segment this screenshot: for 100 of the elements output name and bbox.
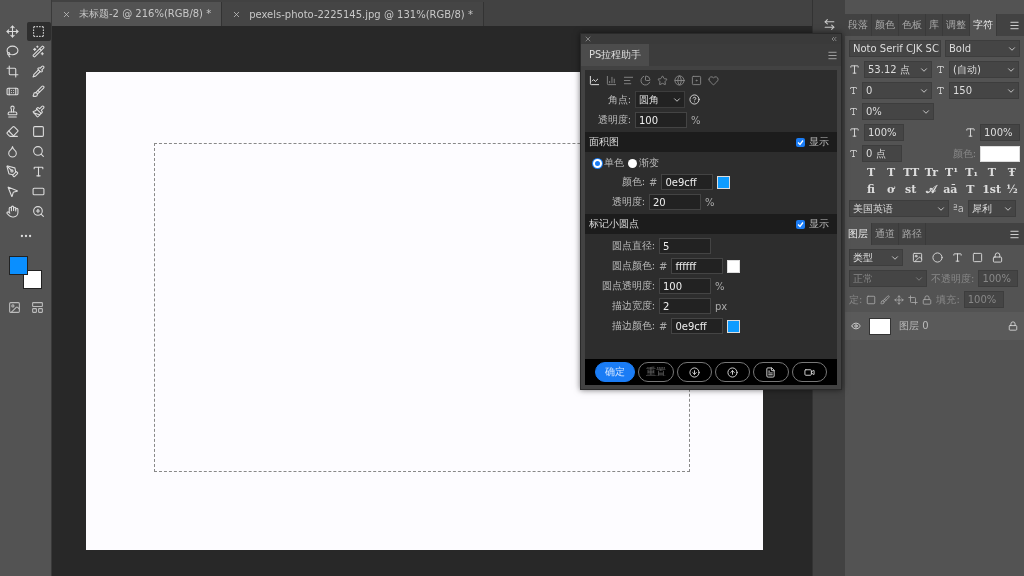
radio-button[interactable] [628, 158, 637, 168]
color-swatch[interactable] [727, 319, 741, 333]
unit-label: % [705, 196, 715, 208]
pie-chart-icon[interactable] [640, 75, 651, 86]
style-toggle[interactable]: Tr [923, 166, 940, 179]
input-field[interactable]: ffffff [671, 258, 724, 274]
close-icon[interactable] [232, 9, 242, 19]
input-field[interactable]: 100 [635, 112, 687, 128]
style-toggle[interactable]: T [883, 166, 900, 179]
panel-tab[interactable]: 颜色 [872, 14, 899, 36]
collapse-icon[interactable] [830, 35, 838, 43]
heart-icon[interactable] [708, 75, 719, 86]
style-toggle[interactable]: T₁ [963, 166, 980, 179]
corner-select[interactable]: 圆角 [635, 91, 685, 108]
brush-icon[interactable] [880, 294, 891, 305]
help-icon[interactable] [689, 94, 700, 105]
tracking-select[interactable]: 150 [949, 82, 1019, 99]
style-toggle[interactable]: Ŧ [1003, 166, 1020, 179]
color-swatch[interactable] [717, 175, 731, 189]
eyedropper-icon [32, 65, 45, 78]
font-family-select[interactable]: Noto Serif CJK SC [849, 40, 941, 57]
document-tab[interactable]: 未标题-2 @ 216%(RGB/8) * [52, 2, 223, 26]
tool-button[interactable] [26, 22, 51, 41]
opentype-toggle[interactable]: ơ [882, 183, 899, 196]
input-field[interactable]: 2 [659, 298, 711, 314]
input-field[interactable]: 0e9cff [671, 318, 724, 334]
layer-row[interactable]: 图层 0 [845, 312, 1024, 340]
screen-mode-icon[interactable] [30, 301, 44, 314]
horizontal-scale-field[interactable]: 100% [980, 124, 1020, 141]
line-chart-icon[interactable] [589, 75, 600, 86]
square-icon[interactable] [691, 75, 702, 86]
action-button[interactable]: 确定 [595, 362, 636, 382]
close-icon[interactable] [584, 35, 592, 43]
swap-icon[interactable] [822, 18, 836, 31]
input-field[interactable]: 20 [649, 194, 701, 210]
color-swatch[interactable] [727, 259, 741, 273]
icon-button[interactable] [753, 362, 789, 382]
menu-icon[interactable] [1009, 19, 1020, 31]
crop-icon[interactable] [908, 294, 919, 305]
move-icon[interactable] [894, 294, 905, 305]
panel-tab[interactable]: 字符 [970, 14, 997, 36]
lock-icon[interactable] [992, 252, 1003, 263]
opentype-toggle[interactable]: aā [942, 183, 959, 196]
lock-icon[interactable] [922, 294, 933, 305]
section-header[interactable]: 标记小圆点 显示 [585, 214, 837, 234]
anti-alias-select[interactable]: 犀利 [967, 200, 1016, 217]
opentype-toggle[interactable]: st [902, 183, 919, 196]
panel-tab[interactable]: 段落 [845, 14, 872, 36]
font-style-select[interactable]: Bold [945, 40, 1020, 57]
star-icon[interactable] [657, 75, 668, 86]
radio-button[interactable] [593, 158, 602, 168]
adjustment-icon[interactable] [932, 252, 943, 263]
checkbox[interactable] [796, 137, 805, 147]
menu-icon[interactable] [1009, 228, 1020, 240]
baseline-field[interactable]: 0 点 [862, 145, 902, 162]
text-color-swatch[interactable] [980, 145, 1020, 162]
background-color-swatch[interactable] [22, 270, 42, 289]
leading-select[interactable]: (自动) [949, 61, 1019, 78]
opentype-toggle[interactable]: fi [863, 183, 879, 196]
input-field[interactable]: 5 [659, 238, 711, 254]
panel-tab[interactable]: 库 [926, 14, 943, 36]
panel-tab[interactable]: 路径 [899, 223, 926, 245]
opentype-toggle[interactable]: 𝒜 [922, 183, 939, 196]
text-icon[interactable] [952, 252, 963, 263]
opentype-toggle[interactable]: 1st [982, 183, 1001, 196]
language-select[interactable]: 美国英语 [849, 200, 949, 217]
foreground-color-swatch[interactable] [8, 256, 28, 275]
icon-button[interactable] [714, 362, 751, 382]
image-icon[interactable] [912, 252, 923, 263]
mask-icon[interactable] [7, 301, 21, 314]
kerning-select[interactable]: 0 [862, 82, 932, 99]
panel-tab[interactable]: 图层 [845, 223, 872, 245]
style-toggle[interactable]: T [983, 166, 1000, 179]
panel-tab[interactable]: PS拉程助手 [581, 44, 650, 66]
spacing-select[interactable]: 0% [862, 103, 934, 120]
input-field[interactable]: 100 [659, 278, 711, 294]
input-field[interactable]: 0e9cff [661, 174, 714, 190]
panel-tab[interactable]: 色板 [899, 14, 926, 36]
shape-icon[interactable] [972, 252, 983, 263]
bars-icon[interactable] [623, 75, 634, 86]
close-icon[interactable] [62, 9, 71, 19]
font-size-select[interactable]: 53.12 点 [864, 61, 932, 78]
checkbox[interactable] [796, 219, 805, 229]
menu-icon[interactable] [827, 49, 838, 61]
opentype-toggle[interactable]: T [962, 183, 979, 196]
vertical-scale-field[interactable]: 100% [864, 124, 904, 141]
style-toggle[interactable]: TT [903, 166, 920, 179]
globe-icon[interactable] [674, 75, 685, 86]
eye-icon[interactable] [851, 321, 861, 331]
style-toggle[interactable]: T [863, 166, 880, 179]
section-header[interactable]: 面积图 显示 [585, 132, 837, 152]
icon-button[interactable] [791, 362, 827, 382]
panel-tab[interactable]: 通道 [872, 223, 899, 245]
icon-button[interactable] [676, 362, 712, 382]
filter-select[interactable]: 类型 [849, 249, 903, 266]
checkbox-label: 显示 [809, 217, 829, 231]
style-toggle[interactable]: T¹ [943, 166, 960, 179]
bar-chart-icon[interactable] [606, 75, 617, 86]
opentype-toggle[interactable]: ½ [1004, 183, 1020, 196]
action-button[interactable]: 重置 [638, 362, 674, 382]
